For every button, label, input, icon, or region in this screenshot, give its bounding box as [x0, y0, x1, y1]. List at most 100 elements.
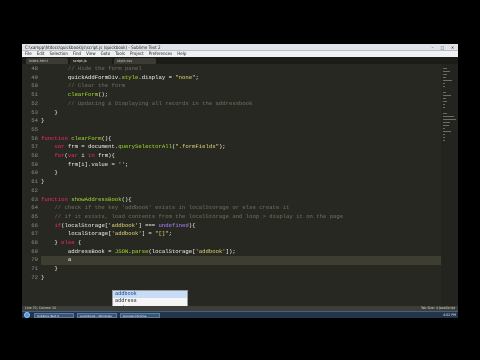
window-title: C:\xampp\htdocs\quickbook\js\script.js (…	[25, 45, 161, 50]
minimize-button[interactable]: –	[428, 45, 437, 50]
code-token: );	[218, 143, 226, 151]
line-number: 57	[31, 143, 38, 151]
code-token: "none"	[175, 73, 196, 81]
code-line[interactable]: // check if the key 'addbook' exists in …	[41, 204, 289, 213]
code-token: parse	[131, 247, 149, 255]
maximize-button[interactable]: □	[438, 45, 447, 50]
taskbar-item-explorer[interactable]: quickbook - Windows	[77, 313, 117, 318]
code-token: else	[61, 239, 75, 246]
minimap-line	[443, 107, 445, 108]
code-line[interactable]: // Clear the form	[41, 82, 125, 91]
autocomplete-item[interactable]: address	[113, 298, 187, 305]
code-token: undefined	[158, 221, 189, 229]
code-line[interactable]: a	[41, 256, 71, 265]
line-number: 50	[31, 82, 38, 90]
minimap-line	[443, 86, 445, 87]
code-token: }	[41, 178, 45, 186]
code-token: // check if the key 'addbook' exists in …	[54, 204, 290, 212]
code-token: ();	[98, 91, 109, 99]
code-token: ]);	[225, 247, 236, 255]
code-token: }	[41, 239, 62, 246]
code-token: localStorage[	[41, 230, 112, 238]
code-token: {	[74, 239, 82, 246]
minimap-line	[443, 131, 452, 132]
code-token: }	[41, 108, 58, 116]
minimap-line	[443, 137, 445, 138]
code-line[interactable]: }	[41, 178, 44, 187]
code-token: style	[121, 73, 139, 81]
code-line[interactable]: }	[41, 265, 57, 274]
taskbar-item-chrome[interactable]: Google Chrome	[120, 313, 160, 318]
code-line[interactable]: } else {	[41, 239, 81, 248]
code-token: (){	[121, 195, 132, 203]
line-number: 64	[31, 204, 38, 212]
line-number: 65	[31, 212, 38, 220]
code-token: 'addbook'	[108, 221, 139, 229]
code-line[interactable]: addressBook = JSON.parse(localStorage['a…	[41, 248, 236, 257]
start-button[interactable]	[24, 312, 30, 318]
autocomplete-item[interactable]: addbook	[113, 291, 187, 299]
code-token: (localStorage[	[61, 221, 109, 229]
line-number: 72	[31, 273, 38, 281]
code-line[interactable]: function showAddressBook(){	[41, 196, 132, 205]
code-line[interactable]: quickAddFormDiv.style.display = "none";	[41, 74, 199, 83]
close-button[interactable]: ✕	[448, 45, 457, 50]
code-editor[interactable]: 48 49 50 51 52 53 54 55 56 57 58 59 60 61 62 63 64 65 66 67…	[22, 64, 458, 318]
minimap[interactable]	[441, 64, 458, 306]
code-line[interactable]: }	[41, 169, 58, 178]
minimap-line	[443, 74, 447, 75]
code-line[interactable]: for(var i in frm){	[41, 152, 115, 161]
code-line[interactable]: localStorage['addbook'] = "[]";	[41, 230, 172, 239]
code-token: var	[54, 143, 65, 151]
code-token: ){	[188, 221, 196, 229]
code-token: }	[41, 169, 58, 177]
code-token: // Updating & Displaying all records in …	[67, 99, 253, 107]
code-line[interactable]: }	[41, 108, 58, 118]
code-line[interactable]: function clearForm(){	[41, 135, 112, 144]
code-token: ''	[118, 160, 125, 168]
code-line[interactable]: frm[i].value = '';	[41, 161, 128, 170]
code-token: frm){	[94, 152, 115, 159]
code-token: a	[41, 256, 72, 264]
taskbar-item-sublime[interactable]: Sublime Text 2	[34, 313, 74, 318]
code-line[interactable]: }	[41, 274, 44, 283]
desktop-screen: C:\xampp\htdocs\quickbook\js\script.js (…	[22, 44, 458, 318]
minimap-line	[443, 128, 445, 129]
line-number: 67	[31, 230, 38, 238]
minimap-line	[443, 125, 449, 126]
line-number: 62	[31, 186, 38, 194]
code-line[interactable]: var frm = document.querySelectorAll(".fo…	[41, 143, 226, 152]
minimap-line	[443, 134, 445, 135]
code-token: }	[41, 117, 45, 125]
minimap-line	[443, 113, 447, 114]
code-area[interactable]: // Hide the form panel quickAddFormDiv.s…	[41, 64, 441, 306]
code-token: in	[88, 152, 95, 159]
code-token: function	[41, 134, 68, 142]
code-line[interactable]: }	[41, 117, 44, 126]
code-line[interactable]: clearForm();	[41, 91, 108, 100]
line-number: 70	[31, 256, 38, 264]
code-token: // if it exists, load contents from the …	[54, 212, 344, 220]
minimap-line	[443, 92, 446, 93]
code-token: var	[67, 152, 78, 159]
code-line[interactable]: // Updating & Displaying all records in …	[41, 99, 253, 109]
minimap-line	[443, 116, 454, 117]
code-token: "[]"	[155, 230, 169, 238]
code-token: addressBook =	[41, 247, 115, 255]
line-number: 61	[31, 178, 38, 186]
line-number: 53	[31, 108, 38, 116]
line-number: 63	[31, 195, 38, 203]
code-line[interactable]: // if it exists, load contents from the …	[41, 213, 343, 222]
line-number: 68	[31, 239, 38, 246]
code-line[interactable]: // Hide the form panel	[41, 65, 142, 74]
tab-bar: index.html script.js style.css	[22, 57, 458, 64]
code-line[interactable]: if(localStorage['addbook'] === undefined…	[41, 222, 195, 231]
code-token: 'addbook'	[195, 247, 226, 255]
